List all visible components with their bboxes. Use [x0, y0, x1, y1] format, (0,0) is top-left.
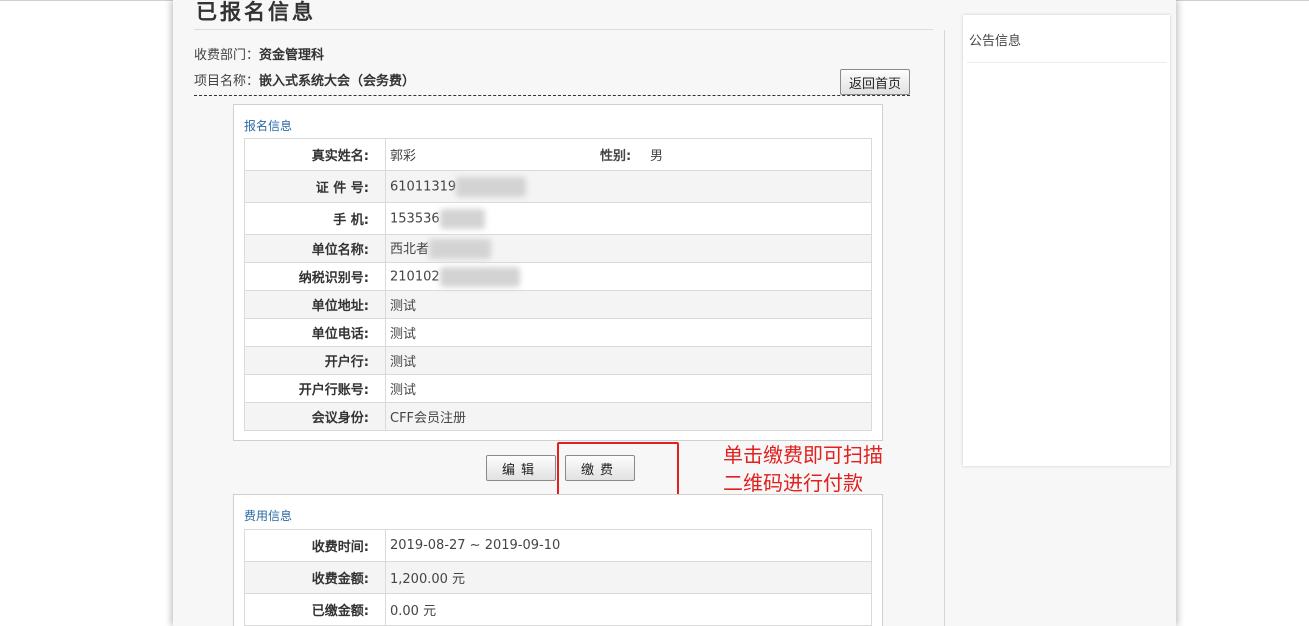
- fee-amount-value: 1,200.00 元: [385, 561, 872, 594]
- dashed-divider: [194, 95, 910, 96]
- company-address-value: 测试: [385, 290, 872, 319]
- table-row: 单位电话: 测试: [244, 318, 872, 347]
- registration-section-title: 报名信息: [244, 119, 293, 133]
- table-row: 已缴金额: 0.00 元: [244, 593, 872, 626]
- table-row: 单位名称: 西北者: [244, 234, 872, 263]
- name-value: 郭彩: [390, 149, 417, 164]
- dept-value: 资金管理科: [259, 48, 325, 63]
- table-row: 开户行: 测试: [244, 346, 872, 375]
- id-cell: 61011319: [385, 170, 872, 203]
- id-value: 61011319: [390, 179, 457, 194]
- table-row: 证 件 号: 61011319: [244, 170, 872, 203]
- redaction-blur: [439, 208, 485, 229]
- tax-id-label: 纳税识别号:: [244, 262, 386, 291]
- company-cell: 西北者: [385, 234, 872, 263]
- annotation-line-2: 二维码进行付款: [723, 471, 863, 495]
- bank-value: 测试: [385, 346, 872, 375]
- table-row: 会议身份: CFF会员注册: [244, 402, 872, 431]
- paid-amount-value: 0.00 元: [385, 593, 872, 626]
- annotation-line-1: 单击缴费即可扫描: [723, 443, 883, 467]
- annotation-text: 单击缴费即可扫描 二维码进行付款: [723, 441, 883, 497]
- table-row: 真实姓名: 郭彩 性别: 男: [244, 138, 872, 171]
- member-type-label: 会议身份:: [244, 402, 386, 431]
- company-phone-label: 单位电话:: [244, 318, 386, 347]
- fee-period-value: 2019-08-27 ~ 2019-09-10: [385, 529, 872, 562]
- tax-id-cell: 210102: [385, 262, 872, 291]
- registration-panel: 报名信息 真实姓名: 郭彩 性别: 男 证 件 号: 61011319 手 机: 1…: [233, 104, 883, 441]
- company-phone-value: 测试: [385, 318, 872, 347]
- gender-label: 性别:: [600, 149, 632, 164]
- phone-value: 153536: [390, 211, 440, 226]
- id-label: 证 件 号:: [244, 170, 386, 203]
- redaction-blur: [429, 239, 492, 260]
- redaction-blur: [456, 176, 527, 197]
- table-row: 手 机: 153536: [244, 202, 872, 235]
- name-label: 真实姓名:: [244, 138, 386, 171]
- project-value: 嵌入式系统大会（会务费）: [259, 74, 416, 89]
- page-title: 已报名信息: [196, 0, 316, 24]
- project-line: 项目名称：嵌入式系统大会（会务费）: [194, 70, 415, 89]
- table-row: 开户行账号: 测试: [244, 374, 872, 403]
- notice-panel: 公告信息: [963, 15, 1170, 466]
- table-row: 收费时间: 2019-08-27 ~ 2019-09-10: [244, 529, 872, 562]
- table-row: 收费金额: 1,200.00 元: [244, 561, 872, 594]
- table-row: 纳税识别号: 210102: [244, 262, 872, 291]
- edit-button[interactable]: 编辑: [486, 455, 556, 481]
- gender-value: 男: [650, 149, 664, 164]
- company-address-label: 单位地址:: [244, 290, 386, 319]
- fee-section-title: 费用信息: [244, 509, 293, 523]
- project-label: 项目名称：: [194, 74, 260, 89]
- notice-title: 公告信息: [969, 34, 1022, 49]
- column-divider: [944, 30, 945, 626]
- paid-amount-label: 已缴金额:: [244, 593, 386, 626]
- home-button[interactable]: 返回首页: [840, 69, 910, 95]
- registration-table: 真实姓名: 郭彩 性别: 男 证 件 号: 61011319 手 机: 153536…: [244, 138, 872, 431]
- fee-amount-label: 收费金额:: [244, 561, 386, 594]
- table-row: 单位地址: 测试: [244, 290, 872, 319]
- company-label: 单位名称:: [244, 234, 386, 263]
- dept-label: 收费部门：: [194, 48, 260, 63]
- company-value: 西北者: [390, 241, 430, 257]
- phone-cell: 153536: [385, 202, 872, 235]
- tax-id-value: 210102: [390, 269, 440, 284]
- member-type-value: CFF会员注册: [385, 402, 872, 431]
- title-divider: [194, 29, 933, 30]
- redaction-blur: [439, 266, 520, 287]
- bank-label: 开户行:: [244, 346, 386, 375]
- fee-panel: 费用信息 收费时间: 2019-08-27 ~ 2019-09-10 收费金额:…: [233, 494, 883, 626]
- fee-table: 收费时间: 2019-08-27 ~ 2019-09-10 收费金额: 1,20…: [244, 529, 872, 626]
- dept-line: 收费部门：资金管理科: [194, 44, 324, 63]
- bank-account-value: 测试: [385, 374, 872, 403]
- name-cell: 郭彩 性别: 男: [385, 138, 872, 171]
- fee-period-label: 收费时间:: [244, 529, 386, 562]
- phone-label: 手 机:: [244, 202, 386, 235]
- notice-divider: [967, 62, 1167, 63]
- highlight-box: [557, 442, 679, 497]
- bank-account-label: 开户行账号:: [244, 374, 386, 403]
